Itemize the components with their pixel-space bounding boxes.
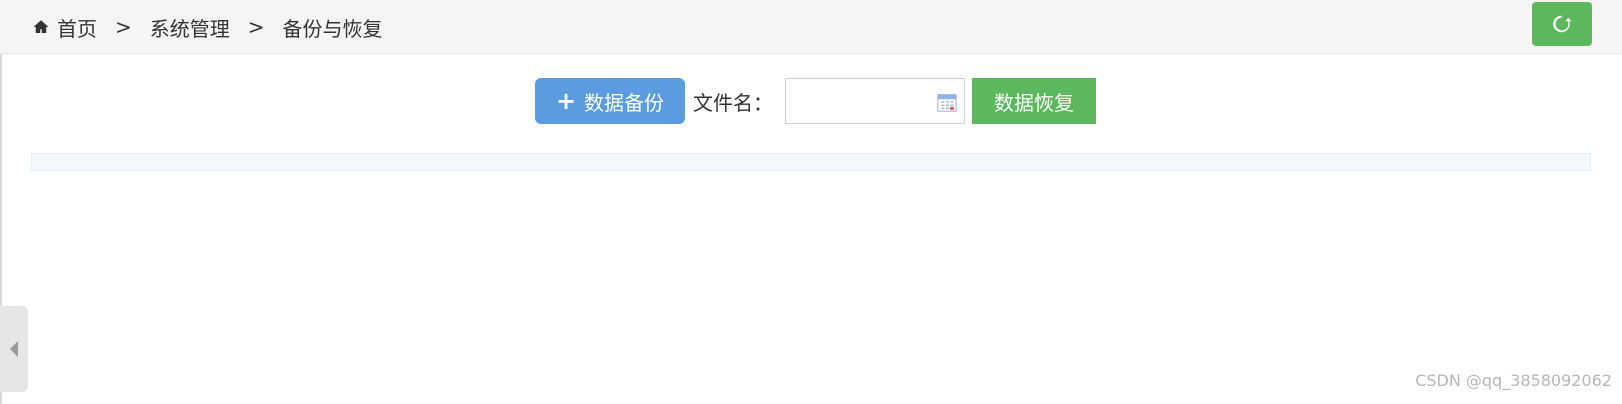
topbar: 首页 > 系统管理 > 备份与恢复 <box>0 0 1622 54</box>
csdn-watermark: CSDN @qq_3858092062 <box>1415 371 1612 390</box>
data-backup-label: 数据备份 <box>584 90 665 115</box>
data-restore-label: 数据恢复 <box>994 90 1074 115</box>
filename-field-wrapper <box>785 78 965 124</box>
backup-toolbar: + 数据备份 文件名： 数据恢复 <box>535 77 1096 125</box>
home-icon[interactable] <box>32 18 50 36</box>
breadcrumb-item-home[interactable]: 首页 <box>57 13 97 42</box>
sidebar-toggle-button[interactable] <box>0 306 28 392</box>
content-table-header <box>31 153 1591 171</box>
breadcrumb: 首页 > 系统管理 > 备份与恢复 <box>32 13 383 42</box>
data-restore-button[interactable]: 数据恢复 <box>972 78 1096 124</box>
refresh-button[interactable] <box>1532 2 1592 46</box>
plus-icon: + <box>555 87 577 115</box>
filename-label: 文件名： <box>693 90 773 115</box>
breadcrumb-separator: > <box>115 15 132 39</box>
breadcrumb-item-backup-restore: 备份与恢复 <box>282 16 383 41</box>
calendar-icon[interactable] <box>936 91 958 113</box>
triangle-left-icon <box>10 341 18 357</box>
refresh-icon <box>1553 15 1572 33</box>
data-backup-button[interactable]: + 数据备份 <box>535 78 685 124</box>
breadcrumb-separator: > <box>247 15 265 39</box>
breadcrumb-item-system-management[interactable]: 系统管理 <box>150 13 230 42</box>
